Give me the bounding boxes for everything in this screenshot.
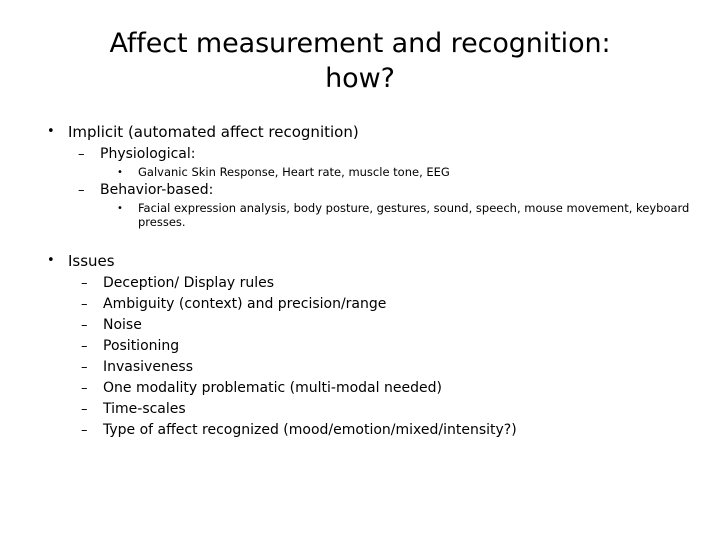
page-title: Affect measurement and recognition: how? (40, 26, 680, 96)
issue-item-label: One modality problematic (multi-modal ne… (103, 380, 442, 396)
bullet-dash-icon: – (81, 276, 88, 291)
bullet-physiological: – Physiological: (0, 144, 720, 165)
bullet-dash-icon: – (81, 423, 88, 438)
bullet-dot-icon: • (117, 203, 123, 214)
issue-item-label: Ambiguity (context) and precision/range (103, 296, 387, 312)
bullet-dash-icon: – (81, 318, 88, 333)
bullet-dash-icon: – (81, 402, 88, 417)
bullet-implicit-label: Implicit (automated affect recognition) (68, 123, 359, 141)
bullet-physiological-detail: • Galvanic Skin Response, Heart rate, mu… (0, 165, 720, 180)
issue-item: – Deception/ Display rules (0, 273, 720, 294)
issue-item: – Positioning (0, 336, 720, 357)
issue-item-label: Positioning (103, 338, 180, 354)
issue-item-label: Time-scales (103, 401, 186, 417)
bullet-implicit: • Implicit (automated affect recognition… (0, 122, 720, 142)
issue-item: – Time-scales (0, 399, 720, 420)
issue-item-label: Invasiveness (103, 359, 194, 375)
issue-item-label: Deception/ Display rules (103, 275, 275, 291)
bullet-dot-icon: • (117, 167, 123, 178)
issue-item: – One modality problematic (multi-modal … (0, 378, 720, 399)
page-title-line-1: Affect measurement and recognition: (109, 28, 611, 59)
bullet-dot-icon: • (47, 124, 55, 139)
bullet-behavior-detail-label: Facial expression analysis, body posture… (138, 201, 690, 229)
bullet-issues: • Issues (0, 251, 720, 271)
bullet-physiological-label: Physiological: (100, 146, 196, 162)
issue-item: – Noise (0, 315, 720, 336)
bullet-behavior-based-label: Behavior-based: (100, 182, 214, 198)
slide-canvas: Affect measurement and recognition: how?… (0, 0, 720, 540)
issue-item-label: Type of affect recognized (mood/emotion/… (103, 422, 517, 438)
bullet-dash-icon: – (81, 360, 88, 375)
bullet-behavior-detail: • Facial expression analysis, body postu… (0, 201, 720, 229)
bullet-behavior-based: – Behavior-based: (0, 180, 720, 201)
issue-item: – Invasiveness (0, 357, 720, 378)
bullet-physiological-detail-label: Galvanic Skin Response, Heart rate, musc… (138, 165, 450, 179)
slide-body: • Implicit (automated affect recognition… (0, 122, 720, 441)
issue-item: – Type of affect recognized (mood/emotio… (0, 420, 720, 441)
issue-item-label: Noise (103, 317, 142, 333)
bullet-dot-icon: • (47, 253, 55, 268)
bullet-dash-icon: – (81, 297, 88, 312)
bullet-dash-icon: – (81, 339, 88, 354)
bullet-dash-icon: – (78, 183, 85, 198)
page-title-line-2: how? (325, 63, 395, 94)
bullet-dash-icon: – (81, 381, 88, 396)
issue-item: – Ambiguity (context) and precision/rang… (0, 294, 720, 315)
bullet-dash-icon: – (78, 147, 85, 162)
bullet-issues-label: Issues (68, 252, 115, 270)
